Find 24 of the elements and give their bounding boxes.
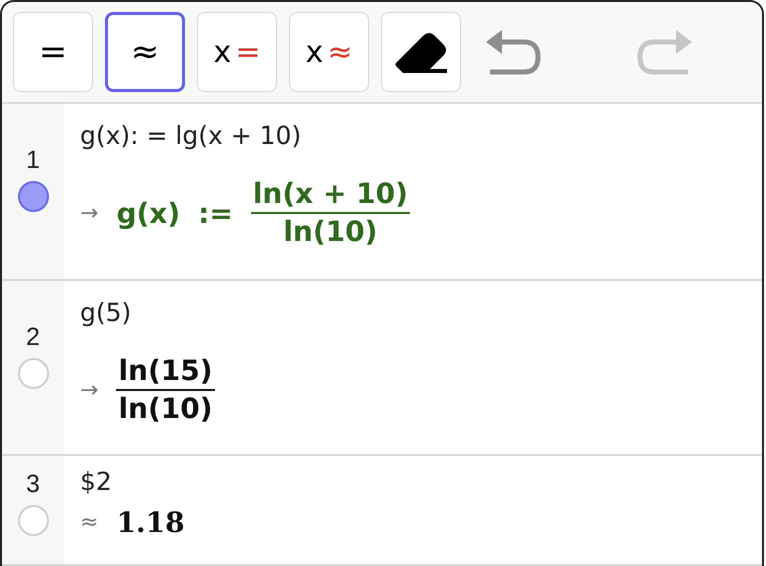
- math-text: g(x): [116, 196, 180, 230]
- symbol-button[interactable]: =: [13, 12, 93, 92]
- result-symbol: ≈: [80, 510, 98, 535]
- visibility-toggle[interactable]: [18, 181, 48, 212]
- symbol-button[interactable]: ≈: [105, 12, 185, 92]
- row-number: 2: [26, 323, 40, 352]
- undo-icon: [484, 28, 542, 76]
- result-value: 1.18: [116, 506, 185, 539]
- math-text: :=: [198, 196, 233, 230]
- row-number: 3: [26, 470, 40, 499]
- input-expression[interactable]: $2: [80, 464, 112, 500]
- numerator: ln(x + 10): [250, 176, 410, 214]
- eraser-button[interactable]: [381, 12, 461, 92]
- solve-button[interactable]: x≈: [289, 12, 369, 92]
- result-symbol: →: [80, 378, 98, 402]
- result-symbol: →: [80, 200, 98, 226]
- redo-icon: [636, 28, 694, 76]
- row-number: 1: [26, 146, 40, 175]
- input-expression[interactable]: g(x): = lg(x + 10): [80, 118, 302, 154]
- solve-button[interactable]: x=: [197, 12, 277, 92]
- input-expression[interactable]: g(5): [80, 295, 132, 331]
- numerator: ln(15): [116, 353, 215, 391]
- denominator: ln(10): [117, 391, 214, 427]
- denominator: ln(10): [282, 214, 378, 250]
